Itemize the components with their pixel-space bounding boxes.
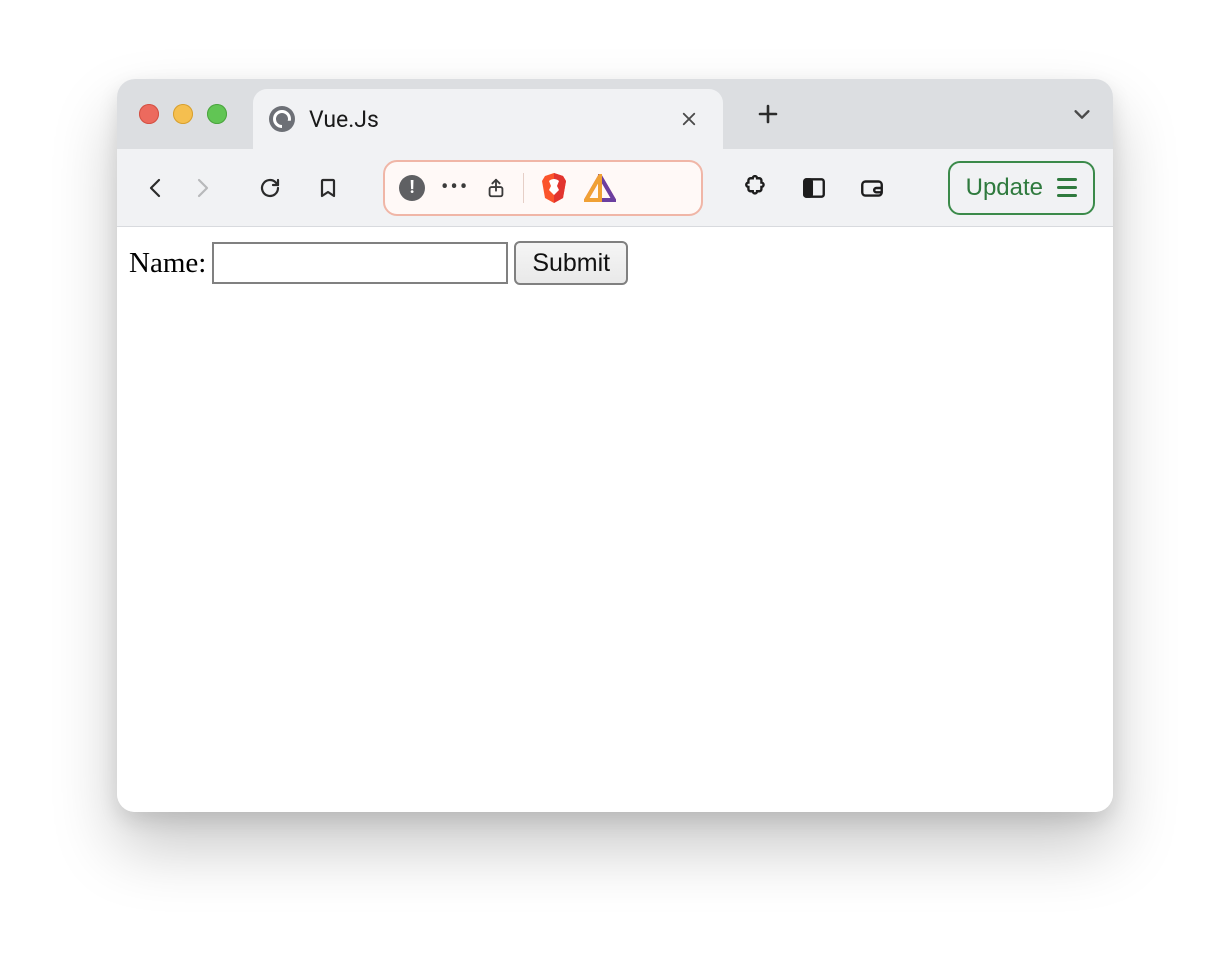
update-button[interactable]: Update — [948, 161, 1095, 215]
reload-button[interactable] — [249, 167, 291, 209]
new-tab-button[interactable] — [753, 99, 783, 129]
submit-button[interactable]: Submit — [514, 241, 628, 285]
browser-window: Vue.Js ! — [117, 79, 1113, 812]
omnibox-more-icon[interactable]: ••• — [441, 175, 469, 200]
extensions-button[interactable] — [735, 167, 777, 209]
browser-tab[interactable]: Vue.Js — [253, 89, 723, 149]
omnibox-separator — [523, 173, 524, 203]
tab-strip: Vue.Js — [117, 79, 1113, 149]
name-label: Name: — [129, 247, 206, 280]
brave-rewards-icon[interactable] — [584, 174, 616, 202]
site-info-icon[interactable]: ! — [399, 175, 425, 201]
update-button-label: Update — [966, 174, 1043, 202]
window-maximize-button[interactable] — [207, 104, 227, 124]
page-content: Name: Submit — [117, 227, 1113, 812]
window-controls — [139, 104, 227, 124]
sidebar-button[interactable] — [793, 167, 835, 209]
tab-title: Vue.Js — [309, 106, 675, 133]
forward-button[interactable] — [181, 167, 223, 209]
share-icon[interactable] — [485, 177, 507, 199]
wallet-button[interactable] — [851, 167, 893, 209]
window-minimize-button[interactable] — [173, 104, 193, 124]
tabs-dropdown-button[interactable] — [1065, 97, 1099, 131]
window-close-button[interactable] — [139, 104, 159, 124]
name-form: Name: Submit — [129, 241, 1101, 285]
name-input[interactable] — [212, 242, 508, 284]
brave-shields-icon[interactable] — [540, 172, 568, 204]
bookmark-button[interactable] — [307, 167, 349, 209]
browser-toolbar: ! ••• Update — [117, 149, 1113, 227]
back-button[interactable] — [135, 167, 177, 209]
address-bar[interactable]: ! ••• — [383, 160, 703, 216]
tab-close-button[interactable] — [675, 105, 703, 133]
hamburger-icon — [1057, 178, 1077, 197]
globe-icon — [269, 106, 295, 132]
